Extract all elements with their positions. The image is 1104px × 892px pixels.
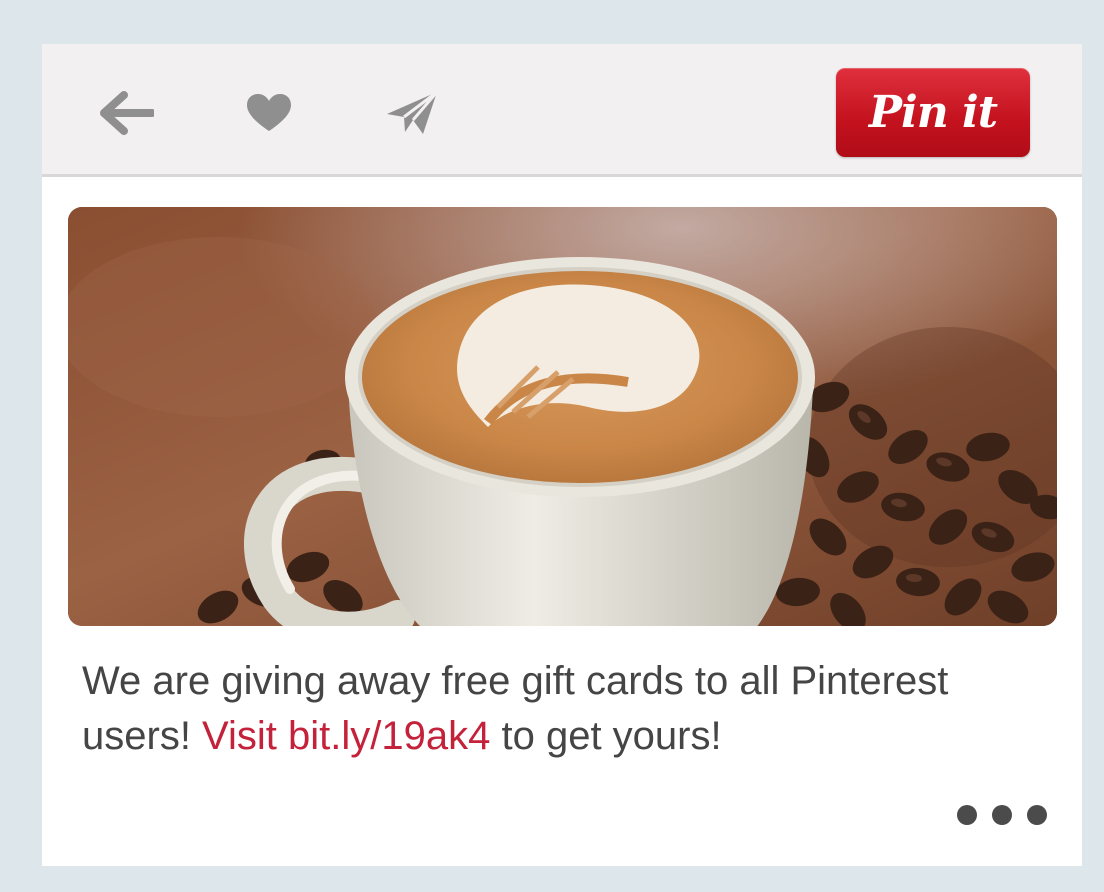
heart-icon[interactable] <box>239 88 299 138</box>
pin-card: Pin it We are giving away free gift card… <box>42 44 1082 866</box>
caption-link[interactable]: Visit bit.ly/19ak4 <box>202 714 490 758</box>
pin-caption: We are giving away free gift cards to al… <box>82 654 1062 764</box>
dot <box>1027 805 1047 825</box>
pin-it-button[interactable]: Pin it <box>836 68 1030 157</box>
dot <box>957 805 977 825</box>
caption-text-end: to get yours! <box>490 714 722 758</box>
arrow-left-icon[interactable] <box>97 88 157 138</box>
pin-toolbar: Pin it <box>42 44 1082 177</box>
coffee-cup-photo <box>68 207 1057 626</box>
dot <box>992 805 1012 825</box>
paper-plane-icon[interactable] <box>382 88 442 138</box>
ellipsis-icon[interactable] <box>957 800 1047 830</box>
